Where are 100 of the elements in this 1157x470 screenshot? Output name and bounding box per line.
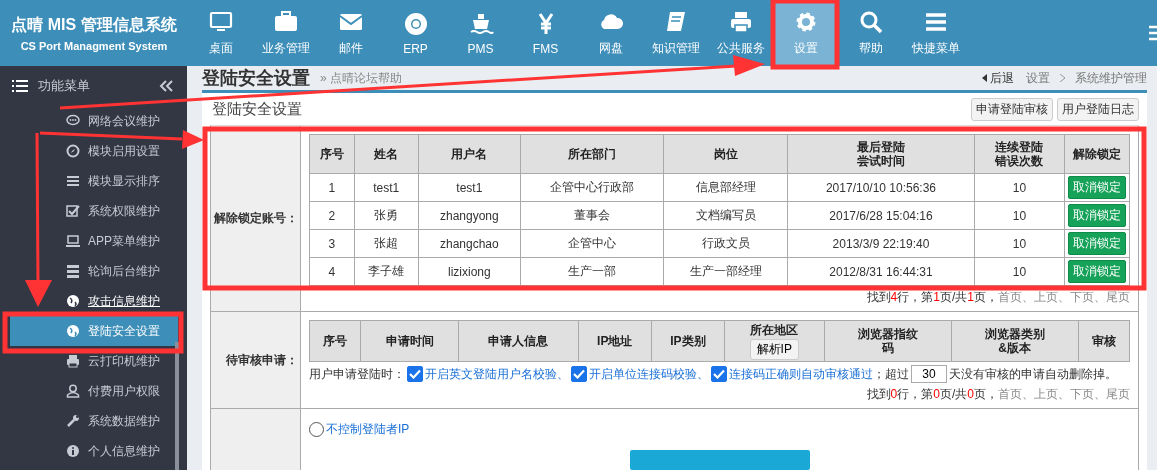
field-label: 解除锁定账号： <box>211 126 301 312</box>
table-cell: test1 <box>418 173 521 202</box>
checkbox[interactable] <box>571 366 587 382</box>
back-link[interactable]: 后退 <box>982 69 1014 87</box>
sidebar-item[interactable]: 云打印机维护 <box>56 351 164 371</box>
sidebar-item[interactable]: 系统数据维护 <box>56 411 164 431</box>
parse-ip-button[interactable]: 解析IP <box>749 338 799 360</box>
table-cell: 2 <box>309 201 355 230</box>
help-link[interactable]: » 点晴论坛帮助 <box>320 69 402 87</box>
sidebar-item[interactable]: 攻击信息维护 <box>56 291 164 311</box>
checkbox-icon <box>66 204 80 218</box>
table-cell: 2017/10/10 10:56:36 <box>787 173 975 202</box>
nav-item[interactable]: 网盘 <box>578 0 643 66</box>
table-cell: 董事会 <box>520 201 664 230</box>
table-cell: 企管中心 <box>520 229 664 258</box>
sidebar-item[interactable]: 个人信息维护 <box>56 441 164 461</box>
table-cell: 生产一部 <box>520 257 664 286</box>
unlock-button[interactable]: 取消锁定 <box>1068 204 1126 227</box>
nav-item[interactable]: PMS <box>448 0 513 66</box>
table-cell: 信息部经理 <box>663 173 788 202</box>
app-subtitle: CS Port Managment System <box>20 39 168 52</box>
days-input[interactable]: 30 <box>911 365 947 383</box>
app-title: 点晴 MIS 管理信息系统 <box>11 14 177 35</box>
sidebar-item[interactable]: 网络会议维护 <box>56 111 164 131</box>
column-header: 申请时间 <box>385 334 434 349</box>
table-cell: 3 <box>309 229 355 258</box>
table-cell: 张超 <box>354 229 419 258</box>
caret-icon <box>982 74 987 82</box>
sidebar-item[interactable]: 模块显示排序 <box>56 171 164 191</box>
highlight-frame <box>770 0 840 70</box>
menu-icon[interactable] <box>1149 23 1157 43</box>
speech-bubble-icon <box>66 114 80 128</box>
column-header: 浏览器类别&版本 <box>983 327 1046 355</box>
table-cell: test1 <box>354 173 419 202</box>
scrollbar[interactable] <box>175 342 179 470</box>
table-cell: lizixiong <box>418 257 521 286</box>
option-label[interactable]: 开启英文登陆用户名校验、 <box>425 365 569 383</box>
sidebar-item[interactable]: 登陆安全设置 <box>10 316 178 346</box>
nav-item[interactable]: 快捷菜单 <box>903 0 968 66</box>
sidebar-item[interactable]: 付费用户权限 <box>56 381 164 401</box>
table-cell: zhangchao <box>418 229 521 258</box>
column-header: 所在部门 <box>568 147 617 162</box>
radio-label[interactable]: 不控制登陆者IP <box>326 421 410 438</box>
nav-item[interactable]: 帮助 <box>838 0 903 66</box>
list-icon <box>66 174 80 188</box>
collapse-icon[interactable] <box>159 80 173 92</box>
user-icon <box>66 384 80 398</box>
nav-item[interactable]: 邮件 <box>318 0 383 66</box>
column-header: 最后登陆尝试时间 <box>856 140 906 168</box>
sidebar-item[interactable]: 模块启用设置 <box>56 141 164 161</box>
column-header: IP地址 <box>597 334 633 349</box>
table-cell: zhangyong <box>418 201 521 230</box>
column-header: 浏览器指纹码 <box>856 327 919 355</box>
column-header: IP类别 <box>670 334 706 349</box>
unlock-button[interactable]: 取消锁定 <box>1068 176 1126 199</box>
option-label[interactable]: 开启单位连接码校验、 <box>589 365 709 383</box>
breadcrumb-link[interactable]: 系统维护管理 <box>1075 69 1147 87</box>
column-header: 审核 <box>1091 334 1116 349</box>
nav-item[interactable]: 知识管理 <box>643 0 708 66</box>
unlock-button[interactable]: 取消锁定 <box>1068 260 1126 283</box>
table-cell: 企管中心行政部 <box>520 173 664 202</box>
option-label[interactable]: 连接码正确则自动审核通过 <box>729 365 873 383</box>
sidebar-item[interactable]: APP菜单维护 <box>56 231 164 251</box>
printer-icon <box>66 354 80 368</box>
table-cell: 10 <box>974 173 1065 202</box>
table-cell: 张勇 <box>354 201 419 230</box>
checkbox[interactable] <box>711 366 727 382</box>
nav-item[interactable]: 业务管理 <box>253 0 318 66</box>
unlock-button[interactable]: 取消锁定 <box>1068 232 1126 255</box>
list-icon <box>12 79 28 93</box>
globe-icon <box>66 324 80 338</box>
sidebar-item[interactable]: 系统权限维护 <box>56 201 164 221</box>
browser-icon <box>402 10 429 37</box>
radio-button[interactable] <box>309 422 324 437</box>
sidebar-item[interactable]: 轮询后台维护 <box>56 261 164 281</box>
compass-icon <box>66 144 80 158</box>
column-header: 所在地区 <box>750 322 799 337</box>
nav-item[interactable]: FMS <box>513 0 578 66</box>
table-cell: 文档编写员 <box>663 201 788 230</box>
server-icon <box>66 264 80 278</box>
table-cell: 2017/6/28 15:04:16 <box>787 201 975 230</box>
table-cell: 1 <box>309 173 355 202</box>
table-cell: 4 <box>309 257 355 286</box>
panel-button[interactable]: 申请登陆审核 <box>971 97 1053 121</box>
table-cell: 生产一部经理 <box>663 257 788 286</box>
panel-title: 登陆安全设置 <box>212 99 302 119</box>
option-intro: 用户申请登陆时： <box>309 365 405 383</box>
nav-item[interactable]: ERP <box>383 0 448 66</box>
wrench-icon <box>66 414 80 428</box>
breadcrumb-link[interactable]: 设置 <box>1026 69 1050 87</box>
checkbox[interactable] <box>407 366 423 382</box>
column-header: 用户名 <box>451 147 488 162</box>
column-header: 申请人信息 <box>488 334 549 349</box>
nav-item[interactable]: 桌面 <box>188 0 253 66</box>
page-title: 登陆安全设置 <box>202 67 310 90</box>
table-cell: 10 <box>974 257 1065 286</box>
option-text: ；超过 <box>873 365 909 383</box>
panel-button[interactable]: 用户登陆日志 <box>1057 97 1139 121</box>
column-header: 连续登陆错误次数 <box>994 140 1045 168</box>
column-header: 序号 <box>319 147 344 162</box>
